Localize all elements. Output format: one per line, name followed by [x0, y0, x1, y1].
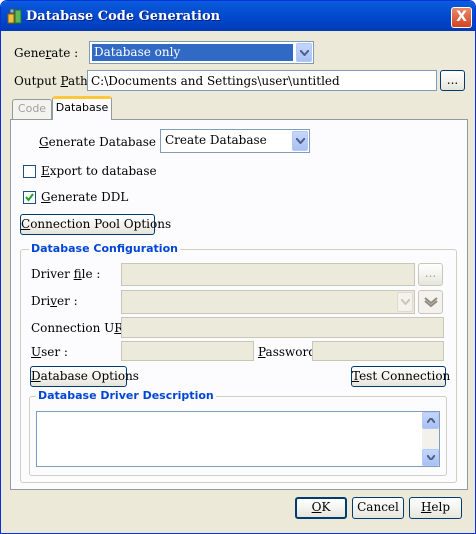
scroll-up-icon[interactable] [422, 412, 439, 429]
output-path-browse-button[interactable]: ... [440, 70, 465, 91]
tab-panel-database: Generate Database : Create Database Expo… [10, 119, 468, 490]
ok-button[interactable]: OK [295, 497, 347, 519]
generate-ddl-checkbox[interactable] [23, 191, 36, 204]
cancel-button[interactable]: Cancel [352, 497, 404, 519]
test-connection-button[interactable]: Test Connection [351, 366, 450, 387]
export-to-database-label[interactable]: Export to database [41, 164, 157, 178]
generate-database-label: Generate Database : [39, 135, 164, 149]
double-chevron-down-icon [423, 297, 438, 308]
user-label: User : [31, 345, 68, 359]
driver-description-text [37, 412, 439, 416]
close-button[interactable]: X [451, 7, 472, 28]
output-path-label: Output Path : [14, 74, 96, 88]
database-configuration-group: Database Configuration Driver file : ...… [20, 242, 457, 483]
generate-ddl-label[interactable]: Generate DDL [41, 190, 128, 204]
output-path-input[interactable]: C:\Documents and Settings\user\untitled [87, 70, 437, 91]
user-input [121, 341, 254, 361]
driver-file-label: Driver file : [31, 267, 101, 281]
tab-database[interactable]: Database [52, 96, 112, 120]
driver-file-browse-button: ... [418, 263, 443, 286]
database-configuration-title: Database Configuration [29, 242, 180, 255]
driver-file-input [121, 263, 415, 286]
checkmark-icon [25, 193, 34, 202]
connection-pool-options-button[interactable]: Connection Pool Options [20, 214, 171, 235]
dialog-window: Database Code Generation X Generate : Da… [0, 0, 476, 534]
generate-label: Generate : [14, 46, 79, 60]
title-bar[interactable]: Database Code Generation X [1, 1, 475, 31]
driver-description-title: Database Driver Description [36, 389, 216, 402]
chevron-down-icon[interactable] [296, 43, 312, 62]
driver-select [121, 290, 415, 314]
connection-url-input [121, 317, 444, 338]
database-options-button[interactable]: Database Options [30, 366, 139, 387]
database-code-icon [7, 8, 22, 24]
generate-select[interactable]: Database only [89, 41, 314, 64]
generate-select-value: Database only [92, 44, 293, 61]
driver-download-button [418, 290, 443, 314]
chevron-down-icon[interactable] [292, 131, 308, 151]
scroll-down-icon[interactable] [422, 449, 439, 466]
driver-description-textarea[interactable] [36, 411, 440, 467]
password-input [312, 341, 444, 361]
generate-database-value: Create Database [165, 133, 267, 147]
generate-database-select[interactable]: Create Database [160, 129, 310, 153]
export-to-database-checkbox[interactable] [23, 165, 36, 178]
help-button[interactable]: Help [409, 497, 462, 519]
chevron-down-icon [397, 292, 413, 312]
tab-code[interactable]: Code [12, 99, 52, 119]
driver-label: Driver : [31, 294, 78, 308]
driver-description-group: Database Driver Description [29, 389, 447, 476]
vertical-scrollbar[interactable] [422, 412, 439, 466]
window-title: Database Code Generation [26, 9, 221, 24]
